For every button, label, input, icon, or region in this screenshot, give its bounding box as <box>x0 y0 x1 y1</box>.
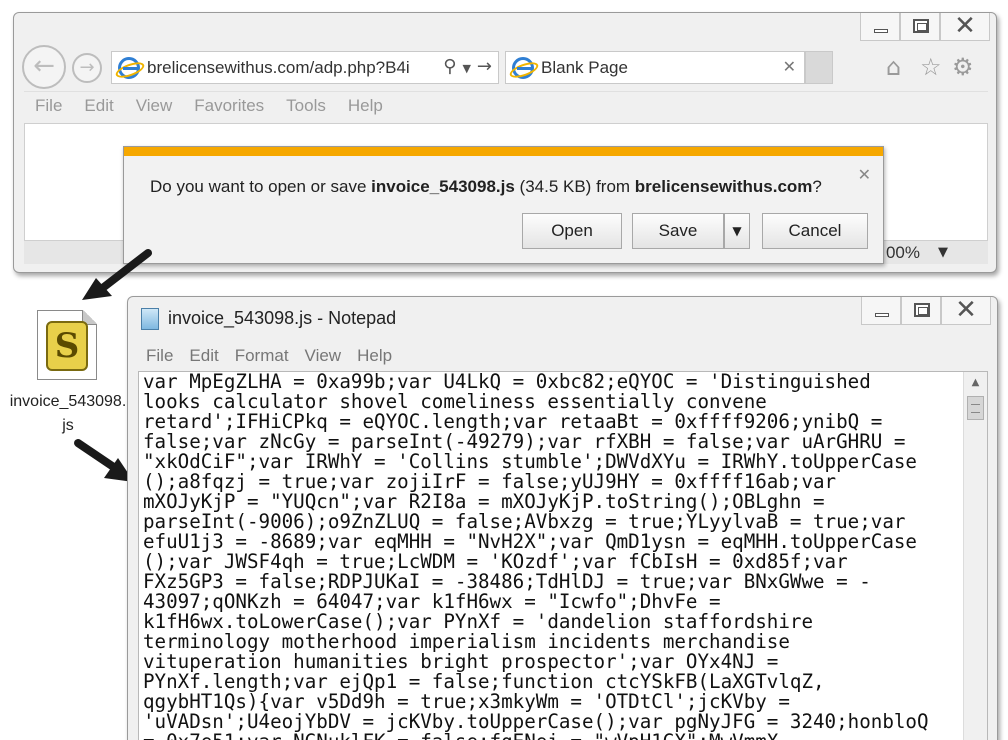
arrow-to-notepad <box>74 439 134 482</box>
js-file-icon[interactable]: S <box>37 310 97 380</box>
maximize-icon <box>914 303 930 317</box>
minimize-icon <box>875 313 889 317</box>
notepad-editor[interactable]: var MpEgZLHA = 0xa99b;var U4LkQ = 0xbc82… <box>138 371 988 740</box>
notepad-title: invoice_543098.js - Notepad <box>168 308 397 328</box>
notepad-app-icon <box>141 308 159 330</box>
menu-format[interactable]: Format <box>227 343 297 371</box>
notepad-menubar: File Edit Format View Help <box>138 343 988 371</box>
notepad-close-button[interactable]: ✕ <box>941 297 991 325</box>
screenshot-stage: ✕ ← → brelicensewithus.com/adp.php?B4i ⚲… <box>0 0 1008 740</box>
script-scroll-icon: S <box>46 321 88 371</box>
file-icon-label[interactable]: invoice_543098.js <box>8 390 128 438</box>
arrow-to-file-icon <box>82 249 152 300</box>
notepad-window-controls: ✕ <box>861 297 991 327</box>
menu-view[interactable]: View <box>297 343 350 371</box>
menu-file[interactable]: File <box>138 343 181 371</box>
script-content[interactable]: var MpEgZLHA = 0xa99b;var U4LkQ = 0xbc82… <box>143 372 963 740</box>
menu-help[interactable]: Help <box>349 343 400 371</box>
menu-edit[interactable]: Edit <box>181 343 226 371</box>
scroll-thumb[interactable] <box>967 396 984 420</box>
notepad-maximize-button[interactable] <box>901 297 941 325</box>
close-icon: ✕ <box>955 296 977 325</box>
notepad-window: invoice_543098.js - Notepad ✕ File Edit … <box>127 296 998 740</box>
scroll-up-icon[interactable]: ▲ <box>964 372 987 394</box>
notepad-minimize-button[interactable] <box>861 297 901 325</box>
vertical-scrollbar[interactable]: ▲ <box>963 372 987 740</box>
